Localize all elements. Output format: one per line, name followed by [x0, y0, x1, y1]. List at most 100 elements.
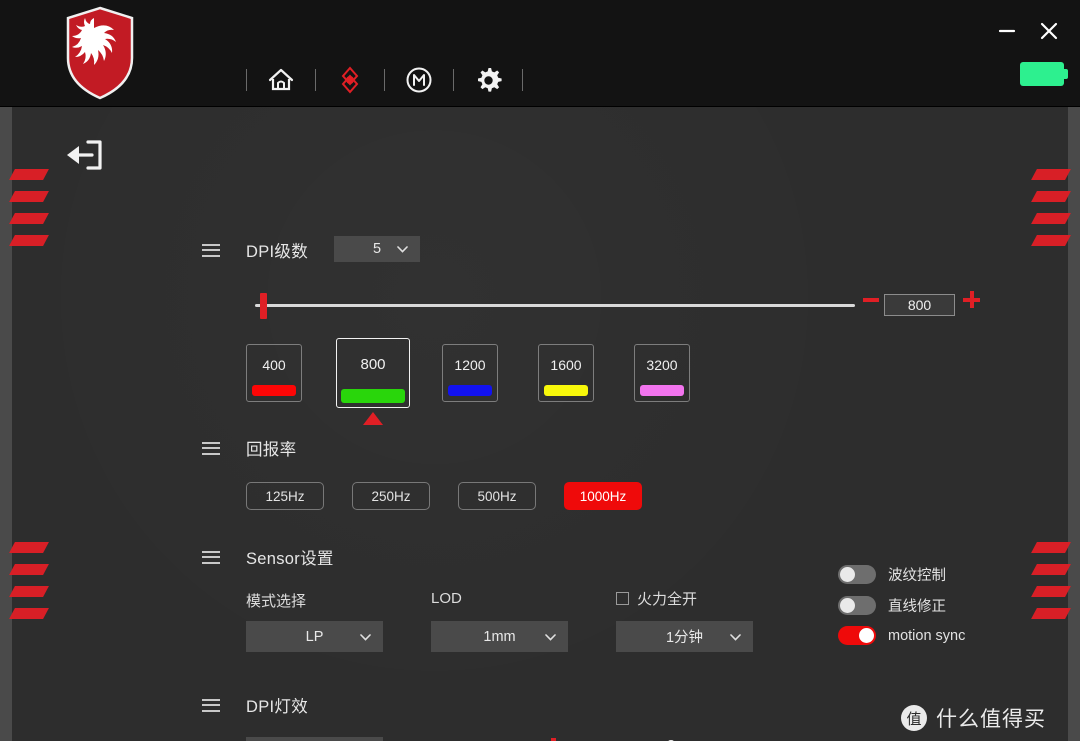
toggle-knob [840, 598, 855, 613]
toggle-row[interactable]: motion sync [838, 626, 965, 645]
dpi-stage-color-swatch[interactable] [341, 389, 405, 403]
polling-rate-500Hz[interactable]: 500Hz [458, 482, 536, 510]
close-icon [1040, 22, 1058, 40]
full-power-checkbox[interactable] [616, 592, 629, 605]
decor-slashes-top-left [9, 169, 49, 279]
full-power-checkbox-row[interactable]: 火力全开 [616, 588, 697, 609]
dpi-stage-400[interactable]: 400 [246, 344, 302, 402]
nav-divider [522, 69, 523, 91]
menu-handle-icon[interactable] [202, 243, 220, 257]
toggle-row[interactable]: 直线修正 [838, 595, 965, 616]
gear-icon [477, 67, 502, 92]
menu-handle-icon[interactable] [202, 698, 220, 712]
toggle-label: motion sync [888, 627, 966, 644]
back-arrow-icon [67, 140, 102, 170]
section-title-sensor: Sensor设置 [246, 550, 334, 568]
watermark-text: 什么值得买 [936, 708, 1046, 731]
mode-select-value: LP [305, 628, 324, 645]
toggle-switch[interactable] [838, 565, 876, 584]
battery-indicator [1020, 62, 1068, 86]
menu-handle-icon[interactable] [202, 550, 220, 564]
macro-m-icon [406, 67, 432, 93]
title-bar [0, 0, 1080, 107]
dpi-value-input[interactable]: 800 [884, 294, 955, 316]
dpi-stage-list: 400 800 1200 1600 3200 [246, 338, 706, 428]
light-effect-dropdown[interactable]: 呼吸 [246, 737, 383, 741]
section-dpi-levels-header: DPI级数 [202, 238, 308, 262]
dpi-stage-label: 3200 [646, 357, 678, 373]
dpi-decrease-button[interactable] [863, 298, 879, 302]
nav-home[interactable] [261, 60, 301, 100]
sensor-toggle-list: 波纹控制直线修正 motion sync [838, 564, 965, 655]
back-button[interactable] [62, 135, 108, 175]
minimize-button[interactable] [990, 14, 1024, 48]
section-polling-rate-header: 回报率 [202, 436, 296, 460]
section-title-dpi-light: DPI灯效 [246, 698, 309, 716]
nav-divider [384, 69, 385, 91]
section-dpi-light-header: DPI灯效 [202, 693, 308, 717]
label-lod: LOD [431, 590, 462, 607]
polling-rate-125Hz[interactable]: 125Hz [246, 482, 324, 510]
nav-divider [315, 69, 316, 91]
dpi-stage-color-swatch[interactable] [252, 385, 296, 396]
dpi-level-count-value: 5 [372, 241, 382, 257]
nav-divider [246, 69, 247, 91]
close-button[interactable] [1032, 14, 1066, 48]
toggle-switch[interactable] [838, 596, 876, 615]
battery-cap [1063, 69, 1068, 79]
dpi-stage-800[interactable]: 800 [336, 338, 410, 408]
dpi-active-stage-marker [363, 412, 383, 425]
dpi-slider-handle[interactable] [259, 293, 267, 319]
label-mode-select: 模式选择 [246, 593, 307, 610]
dpi-stage-label: 1600 [550, 357, 582, 373]
polling-rate-250Hz[interactable]: 250Hz [352, 482, 430, 510]
mouse-dpi-icon [341, 66, 359, 94]
section-title-dpi-levels: DPI级数 [246, 243, 309, 261]
dpi-stage-1600[interactable]: 1600 [538, 344, 594, 402]
dpi-stage-label: 1200 [454, 357, 486, 373]
dpi-stage-label: 800 [360, 356, 386, 373]
minimize-icon [998, 29, 1016, 33]
home-icon [268, 68, 294, 91]
chevron-down-icon [397, 246, 408, 253]
content-area: DPI级数 5 800 400 800 1200 1600 3200 回报率 1… [0, 107, 1080, 741]
toggle-switch[interactable] [838, 626, 876, 645]
toggle-knob [840, 567, 855, 582]
decor-slashes-bottom-left [9, 542, 49, 652]
section-title-polling-rate: 回报率 [246, 441, 297, 459]
settings-panel: DPI级数 5 800 400 800 1200 1600 3200 回报率 1… [9, 107, 1071, 741]
dpi-value-slider[interactable] [255, 293, 855, 319]
dpi-stage-color-swatch[interactable] [544, 385, 588, 396]
sleep-timer-dropdown[interactable]: 1分钟 [616, 621, 753, 652]
watermark-logo: 值 [901, 705, 927, 731]
main-nav [232, 58, 537, 102]
battery-full-icon [1020, 62, 1064, 86]
mode-select-dropdown[interactable]: LP [246, 621, 383, 652]
decor-slashes-top-right [1031, 169, 1071, 279]
decor-slashes-bottom-right [1031, 542, 1071, 652]
dpi-stage-color-swatch[interactable] [448, 385, 492, 396]
dpi-level-count-dropdown[interactable]: 5 [334, 236, 420, 262]
dpi-stage-1200[interactable]: 1200 [442, 344, 498, 402]
nav-dpi[interactable] [330, 60, 370, 100]
lod-dropdown[interactable]: 1mm [431, 621, 568, 652]
nav-macro[interactable] [399, 60, 439, 100]
chevron-down-icon [360, 633, 371, 641]
lod-value: 1mm [483, 628, 516, 645]
toggle-label: 直线修正 [888, 599, 946, 615]
chevron-down-icon [545, 633, 556, 641]
menu-handle-icon[interactable] [202, 441, 220, 455]
watermark: 值 什么值得买 [901, 703, 1046, 733]
msi-mouse-config-window: DPI级数 5 800 400 800 1200 1600 3200 回报率 1… [0, 0, 1080, 741]
polling-rate-1000Hz[interactable]: 1000Hz [564, 482, 642, 510]
toggle-row[interactable]: 波纹控制 [838, 564, 965, 585]
nav-settings[interactable] [468, 60, 508, 100]
dpi-stage-color-swatch[interactable] [640, 385, 684, 396]
sleep-timer-value: 1分钟 [665, 630, 704, 646]
msi-logo [64, 6, 136, 100]
toggle-knob [859, 628, 874, 643]
dpi-increase-button[interactable] [963, 291, 980, 308]
dpi-slider-track [255, 304, 855, 307]
toggle-label: 波纹控制 [888, 568, 946, 584]
dpi-stage-3200[interactable]: 3200 [634, 344, 690, 402]
